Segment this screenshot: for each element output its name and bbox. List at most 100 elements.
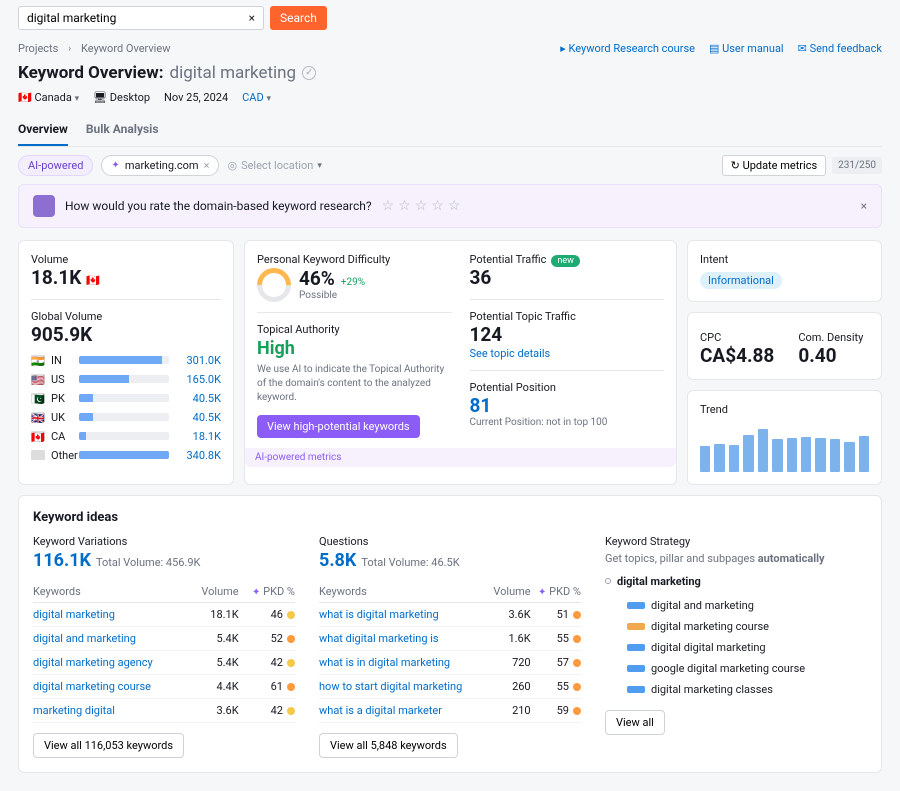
col-pkd: ✦ PKD %: [239, 581, 295, 603]
device-selector[interactable]: 🖥 Desktop: [93, 91, 150, 104]
gv-row: Other 340.8K: [31, 449, 221, 462]
strategy-item[interactable]: digital digital marketing: [605, 637, 867, 658]
view-all-questions-button[interactable]: View all 5,848 keywords: [319, 733, 458, 758]
difficulty-dot-icon: [287, 707, 295, 715]
mini-bar-icon: [627, 602, 645, 609]
view-all-strategy-button[interactable]: View all: [605, 710, 665, 735]
global-volume-value: 905.9K: [31, 325, 221, 346]
gv-value[interactable]: 165.0K: [175, 373, 221, 386]
density-label: Com. Density: [798, 331, 869, 344]
keyword-link[interactable]: digital and marketing: [33, 632, 136, 645]
difficulty-dot-icon: [287, 683, 295, 691]
link-course[interactable]: ▸ Keyword Research course: [560, 42, 695, 55]
difficulty-dot-icon: [573, 635, 581, 643]
table-row: how to start digital marketing 260 55: [319, 674, 581, 698]
gv-value[interactable]: 40.5K: [175, 392, 221, 405]
pkd-donut-icon: [250, 261, 298, 309]
mini-bar-icon: [627, 623, 645, 630]
location-selector[interactable]: ◎ Select location ▾: [227, 159, 321, 172]
keyword-link[interactable]: digital marketing: [33, 608, 115, 621]
clear-icon[interactable]: ×: [249, 11, 255, 25]
table-row: digital marketing agency 5.4K 42: [33, 650, 295, 674]
new-badge: new: [551, 255, 580, 267]
trend-bar: [714, 444, 724, 472]
view-all-variations-button[interactable]: View all 116,053 keywords: [33, 733, 184, 758]
gv-row: 🇵🇰 PK 40.5K: [31, 392, 221, 405]
strategy-item[interactable]: digital marketing classes: [605, 679, 867, 700]
col-keywords: Keywords: [33, 581, 190, 603]
difficulty-dot-icon: [573, 683, 581, 691]
country-selector[interactable]: 🇨🇦 Canada ▾: [18, 91, 79, 104]
date: Nov 25, 2024: [164, 91, 228, 104]
flag-icon: 🇺🇸: [31, 374, 45, 384]
breadcrumb-projects[interactable]: Projects: [18, 42, 58, 55]
table-row: digital marketing 18.1K 46: [33, 602, 295, 626]
tab-bulk[interactable]: Bulk Analysis: [86, 116, 159, 146]
search-input[interactable]: [27, 11, 249, 25]
mini-bar-icon: [627, 644, 645, 651]
star-4[interactable]: ☆: [431, 198, 444, 214]
gv-row: 🇺🇸 US 165.0K: [31, 373, 221, 386]
intent-card: Intent Informational: [687, 240, 882, 302]
search-button[interactable]: Search: [270, 6, 327, 30]
trend-bar: [700, 446, 710, 472]
view-high-potential-button[interactable]: View high-potential keywords: [257, 415, 420, 438]
star-2[interactable]: ☆: [398, 198, 411, 214]
ai-powered-pill[interactable]: AI-powered: [18, 155, 93, 176]
update-metrics-button[interactable]: ↻ Update metrics: [722, 155, 827, 176]
remove-domain-icon[interactable]: ×: [204, 159, 210, 172]
keyword-link[interactable]: digital marketing agency: [33, 656, 153, 669]
search-input-wrap[interactable]: ×: [18, 6, 264, 30]
difficulty-dot-icon: [573, 611, 581, 619]
variations-sub: Total Volume: 456.9K: [96, 556, 200, 569]
star-1[interactable]: ☆: [382, 198, 395, 214]
trend-bar: [859, 436, 869, 472]
flag-icon: 🇮🇳: [31, 355, 45, 365]
table-row: what is digital marketing 3.6K 51: [319, 602, 581, 626]
keyword-link[interactable]: marketing digital: [33, 704, 115, 717]
pkd-delta: +29%: [341, 277, 365, 288]
strategy-item[interactable]: digital and marketing: [605, 595, 867, 616]
trend-bar: [743, 435, 753, 471]
cpc-density-card: CPC CA$4.88 Com. Density 0.40: [687, 312, 882, 380]
volume-label: Volume: [31, 253, 221, 266]
topical-value: High: [257, 338, 452, 359]
keyword-link[interactable]: what is digital marketing: [319, 608, 439, 621]
mini-bar-icon: [627, 686, 645, 693]
keyword-ideas-card: Keyword ideas Keyword Variations 116.1KT…: [18, 495, 882, 773]
gv-value[interactable]: 40.5K: [175, 411, 221, 424]
variations-big: 116.1K: [33, 550, 91, 571]
gv-value[interactable]: 18.1K: [175, 430, 221, 443]
topical-label: Topical Authority: [257, 323, 452, 336]
tab-overview[interactable]: Overview: [18, 116, 68, 146]
keyword-link[interactable]: how to start digital marketing: [319, 680, 462, 693]
gv-value[interactable]: 340.8K: [175, 449, 221, 462]
topic-details-link[interactable]: See topic details: [470, 347, 551, 360]
link-feedback[interactable]: ✉ Send feedback: [798, 42, 882, 55]
flag-icon: [31, 450, 45, 460]
update-count: 231/250: [832, 157, 882, 174]
topic-traffic-label: Potential Topic Traffic: [470, 310, 665, 323]
keyword-link[interactable]: digital marketing course: [33, 680, 151, 693]
star-3[interactable]: ☆: [415, 198, 428, 214]
table-row: digital marketing course 4.4K 61: [33, 674, 295, 698]
volume-value: 18.1K 🇨🇦: [31, 268, 221, 289]
strategy-item[interactable]: google digital marketing course: [605, 658, 867, 679]
link-manual[interactable]: ▤ User manual: [709, 42, 784, 55]
domain-pill[interactable]: ✦ marketing.com ×: [101, 155, 219, 176]
keyword-link[interactable]: what is a digital marketer: [319, 704, 442, 717]
global-volume-label: Global Volume: [31, 310, 221, 323]
trend-bar: [801, 437, 811, 472]
strategy-item[interactable]: digital marketing course: [605, 616, 867, 637]
star-5[interactable]: ☆: [448, 198, 461, 214]
keyword-link[interactable]: what is in digital marketing: [319, 656, 450, 669]
questions-big: 5.8K: [319, 550, 356, 571]
currency-selector[interactable]: CAD ▾: [242, 91, 271, 104]
keyword-link[interactable]: what digital marketing is: [319, 632, 439, 645]
ai-note: AI-powered metrics: [245, 448, 676, 467]
gv-value[interactable]: 301.0K: [175, 354, 221, 367]
close-icon[interactable]: ×: [861, 199, 867, 213]
difficulty-dot-icon: [573, 659, 581, 667]
gv-row: 🇮🇳 IN 301.0K: [31, 354, 221, 367]
table-row: digital and marketing 5.4K 52: [33, 626, 295, 650]
